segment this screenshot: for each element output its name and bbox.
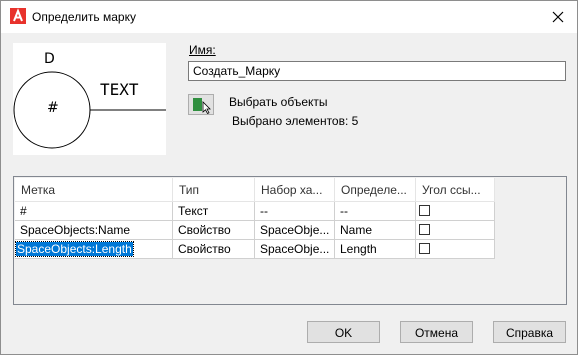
table-row-cell-angle — [416, 202, 495, 221]
angle-checkbox[interactable] — [419, 224, 430, 235]
define-tag-dialog: Определить марку D # TEXT Имя: Выбрать о… — [0, 0, 578, 355]
select-objects-icon — [193, 98, 211, 115]
preview-right-label: TEXT — [100, 80, 139, 99]
table-row-cell-type[interactable]: Свойство — [173, 240, 255, 259]
table-row-cell-type[interactable]: Текст — [173, 202, 255, 221]
selected-count-label: Выбрано элементов: 5 — [232, 114, 359, 128]
table-row-cell-definition[interactable]: Length — [335, 240, 416, 259]
close-icon[interactable] — [549, 8, 567, 26]
table-row-cell-angle — [416, 240, 495, 259]
cancel-button[interactable]: Отмена — [400, 321, 473, 343]
attributes-table[interactable]: Метка Тип Набор ха... Определе... Угол с… — [13, 176, 567, 305]
angle-checkbox[interactable] — [419, 205, 430, 216]
column-header-type[interactable]: Тип — [173, 178, 255, 202]
column-header-definition[interactable]: Определе... — [335, 178, 416, 202]
window-title: Определить марку — [32, 10, 136, 24]
selected-label-text[interactable]: SpaceObjects:Length — [15, 241, 134, 257]
table-row-cell-set[interactable]: SpaceObje... — [255, 221, 335, 240]
table-row-cell-label[interactable]: SpaceObjects:Length — [15, 240, 173, 259]
select-objects-label[interactable]: Выбрать объекты — [229, 95, 328, 109]
angle-checkbox[interactable] — [419, 243, 430, 254]
help-button[interactable]: Справка — [493, 321, 566, 343]
name-input[interactable] — [188, 61, 566, 81]
table-row-cell-set[interactable]: -- — [255, 202, 335, 221]
autocad-logo-icon — [10, 8, 26, 24]
column-header-angle[interactable]: Угол ссы... — [416, 178, 495, 202]
table-row-cell-label[interactable]: # — [15, 202, 173, 221]
title-bar: Определить марку — [1, 1, 577, 33]
preview-top-label: D — [44, 51, 55, 67]
select-objects-button[interactable] — [188, 94, 214, 115]
column-header-set[interactable]: Набор ха... — [255, 178, 335, 202]
table-row-cell-angle — [416, 221, 495, 240]
ok-button[interactable]: OK — [307, 321, 380, 343]
preview-center-label: # — [47, 100, 59, 116]
table-row-cell-type[interactable]: Свойство — [173, 221, 255, 240]
table-row-cell-set[interactable]: SpaceObje... — [255, 240, 335, 259]
table-row-cell-label[interactable]: SpaceObjects:Name — [15, 221, 173, 240]
preview-drawing: D # TEXT — [13, 51, 166, 149]
tag-preview: D # TEXT — [13, 43, 166, 155]
name-label: Имя: — [189, 43, 216, 57]
column-header-label[interactable]: Метка — [15, 178, 173, 202]
table-row-cell-definition[interactable]: -- — [335, 202, 416, 221]
table-row-cell-definition[interactable]: Name — [335, 221, 416, 240]
